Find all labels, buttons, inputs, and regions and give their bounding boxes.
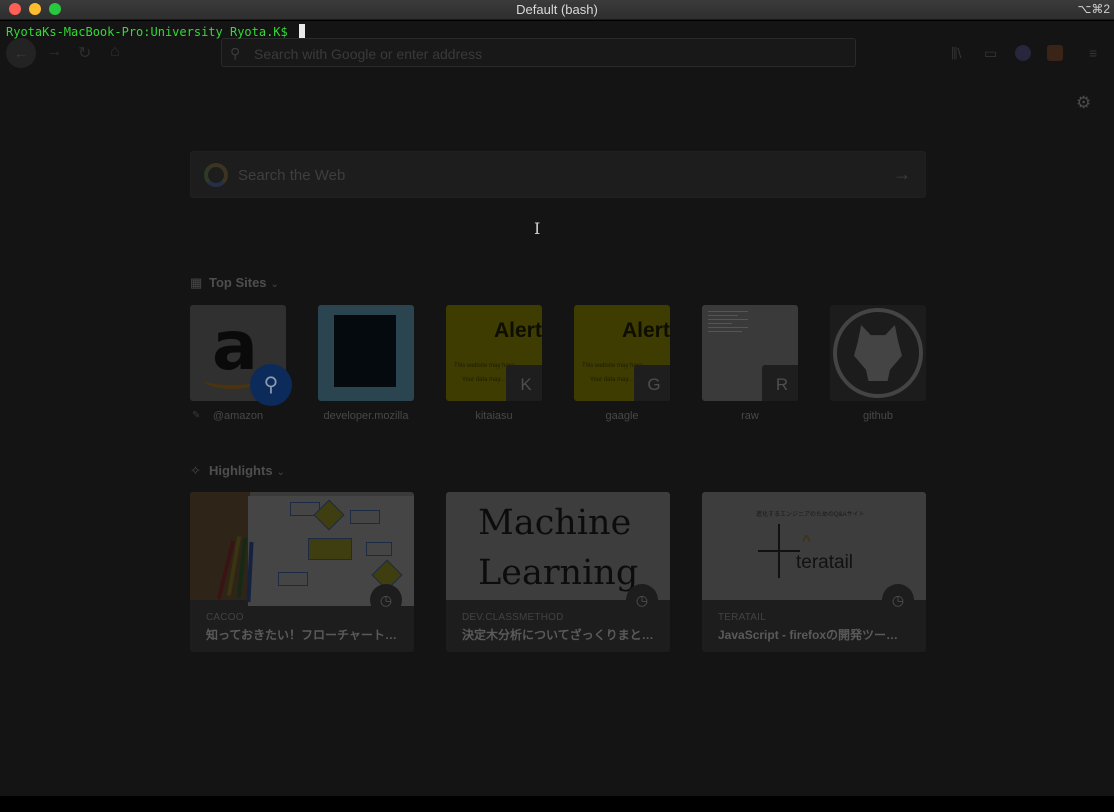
window-bottom-edge — [0, 796, 1114, 812]
search-shortcut-icon: ⚲ — [250, 364, 292, 406]
clock-icon: ◷ — [370, 584, 402, 616]
browser-toolbar: ← → ↻ ⌂ ⚲ Search with Google or enter ad… — [0, 35, 1114, 71]
window-title: Default (bash) — [516, 2, 598, 17]
top-site-tile-raw: R — [702, 305, 798, 401]
card-source: CACOO — [206, 612, 244, 623]
chevron-down-icon: ⌄ — [276, 467, 285, 478]
site-letter-badge: G — [634, 365, 670, 401]
ibeam-cursor-icon: I — [534, 219, 541, 238]
web-search-box: Search the Web → — [190, 151, 926, 198]
clock-icon: ◷ — [882, 584, 914, 616]
reload-icon: ↻ — [78, 45, 92, 62]
sidebar-icon: ▭ — [984, 45, 998, 61]
top-site-label: @amazon — [212, 410, 264, 422]
card-source: DEV.CLASSMETHOD — [462, 612, 564, 623]
home-icon: ⌂ — [110, 43, 120, 60]
search-icon: ⚲ — [230, 45, 241, 61]
top-site-tile-mdn — [318, 305, 414, 401]
terminal-view[interactable]: RyotaKs-MacBook-Pro:University Ryota.K$ … — [0, 21, 1114, 796]
highlight-card-teratail: 進化するエンジニアのためのQ&Aサイト ^ teratail ◷ TERATAI… — [702, 492, 926, 652]
url-bar: ⚲ Search with Google or enter address — [221, 38, 856, 67]
terminal-prompt: RyotaKs-MacBook-Pro:University Ryota.K$ — [6, 25, 295, 39]
clock-icon: ◷ — [626, 584, 658, 616]
highlight-card-cacoo: ◷ CACOO 知っておきたい！フローチャート… — [190, 492, 414, 652]
menu-icon: ≡ — [1089, 45, 1098, 61]
terminal-prompt-line[interactable]: RyotaKs-MacBook-Pro:University Ryota.K$ — [6, 24, 305, 39]
web-search-placeholder: Search the Web — [238, 167, 346, 184]
arrow-right-icon: → — [893, 164, 911, 184]
forward-icon: → — [46, 43, 62, 60]
terminal-cursor — [298, 24, 305, 38]
highlights-heading: ✧ Highlights ⌄ — [190, 463, 285, 478]
top-site-tile-gaagle: Alert This website may have... Your data… — [574, 305, 670, 401]
card-title: 知っておきたい！フローチャート… — [206, 628, 397, 642]
google-logo-icon — [204, 163, 228, 187]
top-site-label: github — [863, 410, 893, 422]
highlight-card-classmethod: Machine Learning ◷ DEV.CLASSMETHOD 決定木分析… — [446, 492, 670, 652]
chevron-down-icon: ⌄ — [270, 279, 279, 290]
top-site-tile-kitaiasu: Alert This website may have... Your data… — [446, 305, 542, 401]
card-title: 決定木分析についてざっくりまと… — [462, 628, 654, 642]
top-site-label: developer.mozilla — [323, 410, 409, 422]
library-icon: ⫼\ — [951, 45, 962, 61]
back-icon: ← — [6, 38, 36, 68]
site-letter-badge: R — [762, 365, 798, 401]
extension-icon — [1047, 45, 1063, 61]
grid-icon: ▦ — [190, 275, 203, 290]
sparkle-icon: ✧ — [190, 463, 201, 478]
url-bar-placeholder: Search with Google or enter address — [254, 46, 483, 62]
card-title: JavaScript - firefoxの開発ツー… — [718, 628, 899, 642]
account-avatar-icon — [1015, 45, 1031, 61]
window-titlebar: Default (bash) ⌥⌘2 — [0, 0, 1114, 20]
gear-icon: ⚙ — [1076, 93, 1092, 112]
top-site-label: kitaiasu — [475, 410, 513, 422]
top-site-label: raw — [741, 410, 759, 422]
top-sites-heading: ▦ Top Sites ⌄ — [190, 275, 279, 290]
site-letter-badge: K — [506, 365, 542, 401]
card-source: TERATAIL — [718, 612, 766, 623]
mdn-dino-icon — [334, 315, 396, 387]
window-shortcut: ⌥⌘2 — [1077, 2, 1110, 16]
top-site-tile-github — [830, 305, 926, 401]
top-site-label: gaagle — [605, 410, 639, 422]
